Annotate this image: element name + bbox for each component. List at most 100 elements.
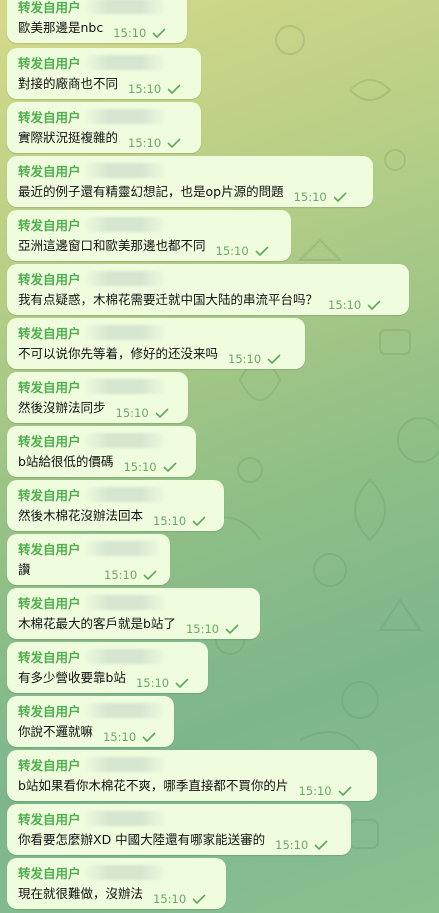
message-text: 歐美那邊是nbc (18, 20, 104, 35)
message-text: b站給很低的價碼 (18, 454, 114, 469)
forwarded-sender-label[interactable]: 转发自用户 (18, 431, 81, 450)
message-text: 不可以说你先等着，修好的还没来吗 (18, 346, 219, 361)
forwarded-sender-label[interactable]: 转发自用户 (18, 323, 81, 342)
message-bubble[interactable]: 转发自用户 不可以说你先等着，修好的还没来吗 15:10 (7, 318, 305, 369)
message-bubble[interactable]: 转发自用户 實際狀況挺複雜的 15:10 (7, 102, 201, 153)
message-text: 木棉花最大的客戶就是b站了 (18, 616, 176, 631)
message-text: 現在就很難做，沒辦法 (18, 886, 144, 901)
read-check-icon (255, 246, 269, 256)
read-check-icon (314, 840, 328, 850)
read-check-icon (225, 624, 239, 634)
forwarded-sender-label[interactable]: 转发自用户 (18, 809, 81, 828)
read-check-icon (338, 786, 352, 796)
redacted-username (84, 864, 165, 880)
message-time: 15:10 (275, 838, 309, 852)
message-text: 有多少營收要靠b站 (18, 670, 126, 685)
read-check-icon (367, 300, 381, 310)
forwarded-sender-label[interactable]: 转发自用户 (18, 161, 81, 180)
read-check-icon (155, 408, 169, 418)
read-check-icon (163, 462, 177, 472)
message-time: 15:10 (128, 82, 162, 96)
message-text: 讚 (18, 562, 31, 577)
message-bubble[interactable]: 转发自用户 最近的例子還有精靈幻想記，也是op片源的問題 15:10 (7, 156, 373, 207)
message-text: 對接的廠商也不同 (18, 76, 119, 91)
message-text: 亞洲這邊窗口和歐美那邊也都不同 (18, 238, 206, 253)
message-time: 15:10 (123, 460, 157, 474)
message-time: 15:10 (298, 784, 332, 798)
message-text: 最近的例子還有精靈幻想記，也是op片源的問題 (18, 184, 284, 199)
message-bubble[interactable]: 转发自用户 有多少營收要靠b站 15:10 (7, 642, 208, 693)
message-text: 實際狀況挺複雜的 (18, 130, 119, 145)
message-bubble[interactable]: 转发自用户 現在就很難做，沒辦法 15:10 (7, 858, 226, 909)
forwarded-sender-label[interactable]: 转发自用户 (18, 107, 81, 126)
read-check-icon (167, 138, 181, 148)
redacted-username (84, 108, 165, 124)
redacted-username (84, 0, 165, 14)
redacted-username (84, 162, 165, 178)
forwarded-sender-label[interactable]: 转发自用户 (18, 377, 81, 396)
message-time: 15:10 (228, 352, 262, 366)
redacted-username (84, 594, 165, 610)
forwarded-sender-label[interactable]: 转发自用户 (18, 485, 81, 504)
forwarded-sender-label[interactable]: 转发自用户 (18, 0, 81, 16)
message-bubble[interactable]: 转发自用户 木棉花最大的客戶就是b站了 15:10 (7, 588, 260, 639)
message-list[interactable]: 转发自用户 歐美那邊是nbc 15:10 转发自用户 對接的廠商也不同 15:10 … (0, 0, 439, 913)
forwarded-sender-label[interactable]: 转发自用户 (18, 539, 81, 558)
message-bubble[interactable]: 转发自用户 你看要怎麼辦XD 中國大陸還有哪家能送審的 15:10 (7, 804, 351, 855)
forwarded-sender-label[interactable]: 转发自用户 (18, 269, 81, 288)
message-bubble[interactable]: 转发自用户 我有点疑惑，木棉花需要迁就中国大陆的串流平台吗？ 15:10 (7, 264, 409, 315)
message-text: 你看要怎麼辦XD 中國大陸還有哪家能送審的 (18, 832, 266, 847)
redacted-username (84, 756, 165, 772)
message-time: 15:10 (215, 244, 249, 258)
read-check-icon (167, 84, 181, 94)
message-time: 15:10 (185, 622, 220, 636)
redacted-username (84, 540, 160, 556)
forwarded-sender-label[interactable]: 转发自用户 (18, 215, 81, 234)
message-bubble[interactable]: 转发自用户 你說不邏就嘛 15:10 (7, 696, 174, 747)
message-bubble[interactable]: 转发自用户 讚 15:10 (7, 534, 170, 585)
message-bubble[interactable]: 转发自用户 對接的廠商也不同 15:10 (7, 48, 201, 99)
forwarded-sender-label[interactable]: 转发自用户 (18, 701, 81, 720)
read-check-icon (192, 894, 206, 904)
message-time: 15:10 (135, 676, 170, 690)
message-bubble[interactable]: 转发自用户 b站給很低的價碼 15:10 (7, 426, 196, 477)
redacted-username (84, 216, 165, 232)
message-time: 15:10 (153, 892, 187, 906)
message-bubble[interactable]: 转发自用户 然後沒辦法同步 15:10 (7, 372, 188, 423)
message-time: 15:10 (113, 26, 147, 40)
message-time: 15:10 (104, 568, 138, 582)
forwarded-sender-label[interactable]: 转发自用户 (18, 863, 81, 882)
redacted-username (84, 324, 165, 340)
read-check-icon (152, 28, 166, 38)
message-time: 15:10 (153, 514, 187, 528)
message-bubble[interactable]: 转发自用户 亞洲這邊窗口和歐美那邊也都不同 15:10 (7, 210, 291, 261)
message-text: b站如果看你木棉花不爽，哪季直接都不買你的片 (18, 778, 289, 793)
read-check-icon (267, 354, 281, 364)
redacted-username (84, 378, 165, 394)
redacted-username (84, 432, 165, 448)
message-time: 15:10 (328, 298, 362, 312)
message-bubble[interactable]: 转发自用户 歐美那邊是nbc 15:10 (7, 0, 187, 43)
message-text: 然後沒辦法同步 (18, 400, 106, 415)
read-check-icon (143, 570, 157, 580)
read-check-icon (175, 678, 189, 688)
redacted-username (84, 486, 165, 502)
forwarded-sender-label[interactable]: 转发自用户 (18, 647, 81, 666)
read-check-icon (333, 192, 347, 202)
forwarded-sender-label[interactable]: 转发自用户 (18, 593, 81, 612)
redacted-username (84, 270, 165, 286)
message-time: 15:10 (293, 190, 327, 204)
message-bubble[interactable]: 转发自用户 然後木棉花沒辦法回本 15:10 (7, 480, 224, 531)
message-time: 15:10 (115, 406, 149, 420)
message-text: 然後木棉花沒辦法回本 (18, 508, 144, 523)
message-text: 你說不邏就嘛 (18, 724, 94, 739)
forwarded-sender-label[interactable]: 转发自用户 (18, 53, 81, 72)
redacted-username (84, 648, 165, 664)
read-check-icon (142, 732, 156, 742)
forwarded-sender-label[interactable]: 转发自用户 (18, 755, 81, 774)
redacted-username (84, 810, 165, 826)
message-time: 15:10 (103, 730, 137, 744)
message-time: 15:10 (128, 136, 162, 150)
message-bubble[interactable]: 转发自用户 b站如果看你木棉花不爽，哪季直接都不買你的片 15:10 (7, 750, 377, 801)
redacted-username (84, 702, 164, 718)
